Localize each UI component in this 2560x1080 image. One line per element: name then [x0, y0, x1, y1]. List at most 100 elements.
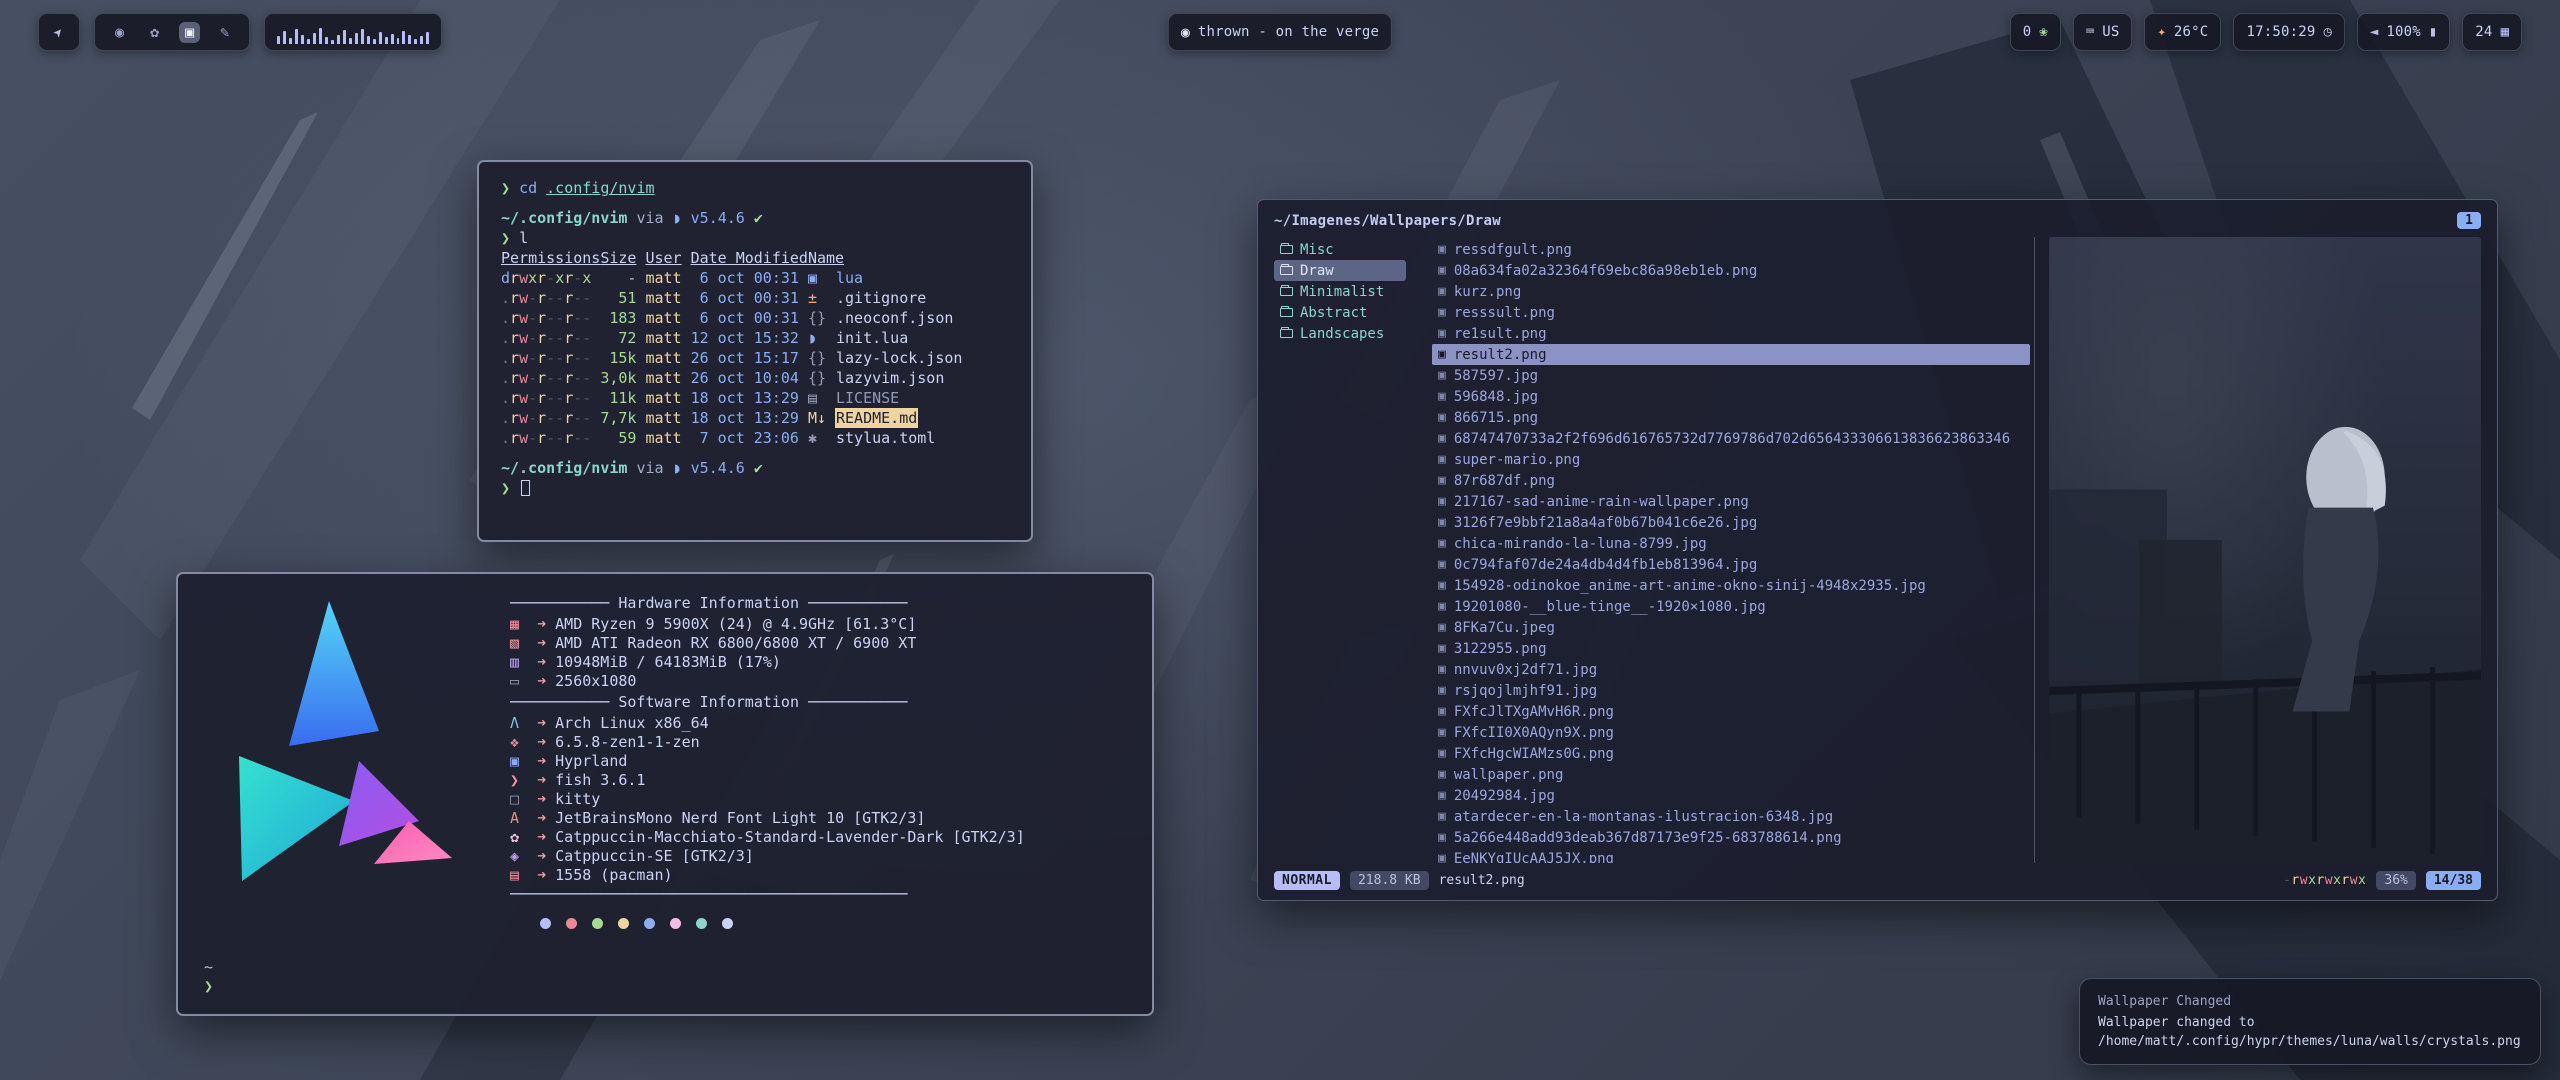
- arrow-icon: ➜: [537, 847, 546, 865]
- now-playing-title: thrown - on the verge: [1198, 24, 1379, 40]
- software-section-header: ─────────── Software Information ───────…: [510, 693, 1126, 712]
- file-item[interactable]: ▣ EeNKYgIUcAAJ5JX.png: [1432, 848, 2030, 863]
- file-item[interactable]: ▣ kurz.png: [1432, 281, 2030, 302]
- image-file-icon: ▣: [1438, 641, 1446, 656]
- file-item[interactable]: ▣ FXfcJlTXgAMvH6R.png: [1432, 701, 2030, 722]
- file-item[interactable]: ▣ wallpaper.png: [1432, 764, 2030, 785]
- listing-row: .rw-r--r-- 7,7k matt 18 oct 13:29 M↓READ…: [501, 408, 1009, 428]
- visualizer-bar: [325, 37, 328, 44]
- file-item[interactable]: ▣ 68747470733a2f2f696d616765732d7769786d…: [1432, 428, 2030, 449]
- visualizer-bar: [414, 39, 417, 44]
- status-pill[interactable]: 24 ▦: [2462, 13, 2522, 51]
- file-name: super-mario.png: [1454, 452, 1580, 468]
- permissions-cell: .rw-r--r--: [501, 348, 591, 368]
- user-cell: matt: [645, 428, 681, 448]
- filetype-icon: ◗: [808, 328, 826, 348]
- name-cell: ±.gitignore: [808, 288, 1009, 308]
- user-cell: matt: [645, 348, 681, 368]
- tab-indicator[interactable]: 1: [2457, 212, 2481, 229]
- size-cell: 72: [600, 328, 636, 348]
- fetch-line: ▥ ➜ 10948MiB / 64183MiB (17%): [510, 653, 1126, 672]
- file-item[interactable]: ▣ nnvuv0xj2df71.jpg: [1432, 659, 2030, 680]
- user-cell: matt: [645, 288, 681, 308]
- permissions-cell: .rw-r--r--: [501, 288, 591, 308]
- terminal-window-fetch[interactable]: ─────────── Hardware Information ───────…: [176, 572, 1154, 1016]
- file-item[interactable]: ▣ 8FKa7Cu.jpeg: [1432, 617, 2030, 638]
- workspace-button[interactable]: ✿: [144, 22, 165, 43]
- file-item[interactable]: ▣ FXfcHgcWIAMzs0G.png: [1432, 743, 2030, 764]
- file-item[interactable]: ▣ super-mario.png: [1432, 449, 2030, 470]
- audio-visualizer-widget: [264, 13, 442, 51]
- hardware-lines: ▦ ➜ AMD Ryzen 9 5900X (24) @ 4.9GHz [61.…: [510, 615, 1126, 691]
- arrow-icon: ➜: [537, 634, 546, 652]
- file-item[interactable]: ▣ 154928-odinokoe_anime-art-anime-okno-s…: [1432, 575, 2030, 596]
- image-file-icon: ▣: [1438, 704, 1446, 719]
- file-item[interactable]: ▣ 866715.png: [1432, 407, 2030, 428]
- visualizer-bar: [343, 30, 346, 44]
- size-cell: 183: [600, 308, 636, 328]
- permissions-cell: .rw-r--r--: [501, 408, 591, 428]
- file-item[interactable]: ▣ FXfcII0X0AQyn9X.png: [1432, 722, 2030, 743]
- file-item[interactable]: ▣ 217167-sad-anime-rain-wallpaper.png: [1432, 491, 2030, 512]
- status-pill[interactable]: 17:50:29 ◷: [2233, 13, 2344, 51]
- status-pill[interactable]: ⌨ US: [2073, 13, 2133, 51]
- file-item[interactable]: ▣ 20492984.jpg: [1432, 785, 2030, 806]
- now-playing-widget[interactable]: ◉ thrown - on the verge: [1168, 13, 1392, 51]
- prompt-line[interactable]: ❯: [501, 478, 1009, 498]
- folder-item[interactable]: Abstract: [1274, 302, 1406, 323]
- arrow-icon: ➜: [537, 733, 546, 751]
- file-manager-window[interactable]: ~/Imagenes/Wallpapers/Draw 1 Misc Draw M…: [1257, 199, 2498, 901]
- file-item[interactable]: ▣ 596848.jpg: [1432, 386, 2030, 407]
- file-item[interactable]: ▣ 3126f7e9bbf21a8a4af0b67b041c6e26.jpg: [1432, 512, 2030, 533]
- file-item[interactable]: ▣ 87r687df.png: [1432, 470, 2030, 491]
- file-name: chica-mirando-la-luna-8799.jpg: [1454, 536, 1707, 552]
- user-cell: matt: [645, 308, 681, 328]
- image-file-icon: ▣: [1438, 599, 1446, 614]
- visualizer-bar: [283, 31, 286, 44]
- launcher-button[interactable]: ➤: [38, 13, 80, 51]
- workspace-button[interactable]: ✎: [214, 22, 235, 43]
- status-pill[interactable]: ✦ 26°C: [2144, 13, 2221, 51]
- workspace-button[interactable]: ◉: [109, 22, 130, 43]
- software-icon: Λ: [510, 714, 528, 733]
- file-item[interactable]: ▣ 19201080-__blue-tinge__-1920×1080.jpg: [1432, 596, 2030, 617]
- file-item[interactable]: ▣ chica-mirando-la-luna-8799.jpg: [1432, 533, 2030, 554]
- permissions-cell: .rw-r--r--: [501, 388, 591, 408]
- file-item[interactable]: ▣ resssult.png: [1432, 302, 2030, 323]
- folder-name: Misc: [1300, 242, 1334, 258]
- status-pill[interactable]: ◄ 100% ▮: [2357, 13, 2450, 51]
- folder-item[interactable]: Landscapes: [1274, 323, 1406, 344]
- file-item[interactable]: ▣ 3122955.png: [1432, 638, 2030, 659]
- folder-item[interactable]: Draw: [1274, 260, 1406, 281]
- file-item[interactable]: ▣ re1sult.png: [1432, 323, 2030, 344]
- file-name: result2.png: [1454, 347, 1547, 363]
- folder-icon: [1280, 329, 1293, 338]
- file-name: re1sult.png: [1454, 326, 1547, 342]
- status-left-icon: ◄: [2370, 25, 2378, 39]
- visualizer-bar: [397, 38, 400, 44]
- fetch-line: ▭ ➜ 2560x1080: [510, 672, 1126, 691]
- visualizer-bar: [373, 39, 376, 44]
- name-cell: ✱stylua.toml: [808, 428, 1009, 448]
- file-item[interactable]: ▣ 08a634fa02a32364f69ebc86a98eb1eb.png: [1432, 260, 2030, 281]
- status-pill[interactable]: 0 ❀: [2010, 13, 2061, 51]
- file-item[interactable]: ▣ rsjqojlmjhf91.jpg: [1432, 680, 2030, 701]
- arrow-icon: ➜: [537, 653, 546, 671]
- workspace-button[interactable]: ▣: [179, 22, 200, 43]
- file-item[interactable]: ▣ atardecer-en-la-montanas-ilustracion-6…: [1432, 806, 2030, 827]
- visualizer-bar: [337, 35, 340, 44]
- file-item[interactable]: ▣ result2.png: [1432, 344, 2030, 365]
- fetch-line: ▦ ➜ AMD Ryzen 9 5900X (24) @ 4.9GHz [61.…: [510, 615, 1126, 634]
- notification-popup[interactable]: Wallpaper Changed Wallpaper changed to /…: [2079, 978, 2541, 1065]
- file-item[interactable]: ▣ 587597.jpg: [1432, 365, 2030, 386]
- name-cell: ▣lua: [808, 268, 1009, 288]
- folder-item[interactable]: Minimalist: [1274, 281, 1406, 302]
- shell-prompt-block[interactable]: ~ ❯: [204, 958, 1126, 996]
- folder-item[interactable]: Misc: [1274, 239, 1406, 260]
- file-item[interactable]: ▣ 0c794faf07de24a4db4d4fb1eb813964.jpg: [1432, 554, 2030, 575]
- file-item[interactable]: ▣ 5a266e448add93deab367d87173e9f25-68378…: [1432, 827, 2030, 848]
- status-right-icon: ▦: [2501, 25, 2509, 39]
- workspace-switcher: ◉ ✿ ▣ ✎: [94, 13, 250, 51]
- terminal-window-nvim-config[interactable]: ❯ cd .config/nvim ~/.config/nvim via ◗ v…: [477, 160, 1033, 542]
- file-item[interactable]: ▣ ressdfgult.png: [1432, 239, 2030, 260]
